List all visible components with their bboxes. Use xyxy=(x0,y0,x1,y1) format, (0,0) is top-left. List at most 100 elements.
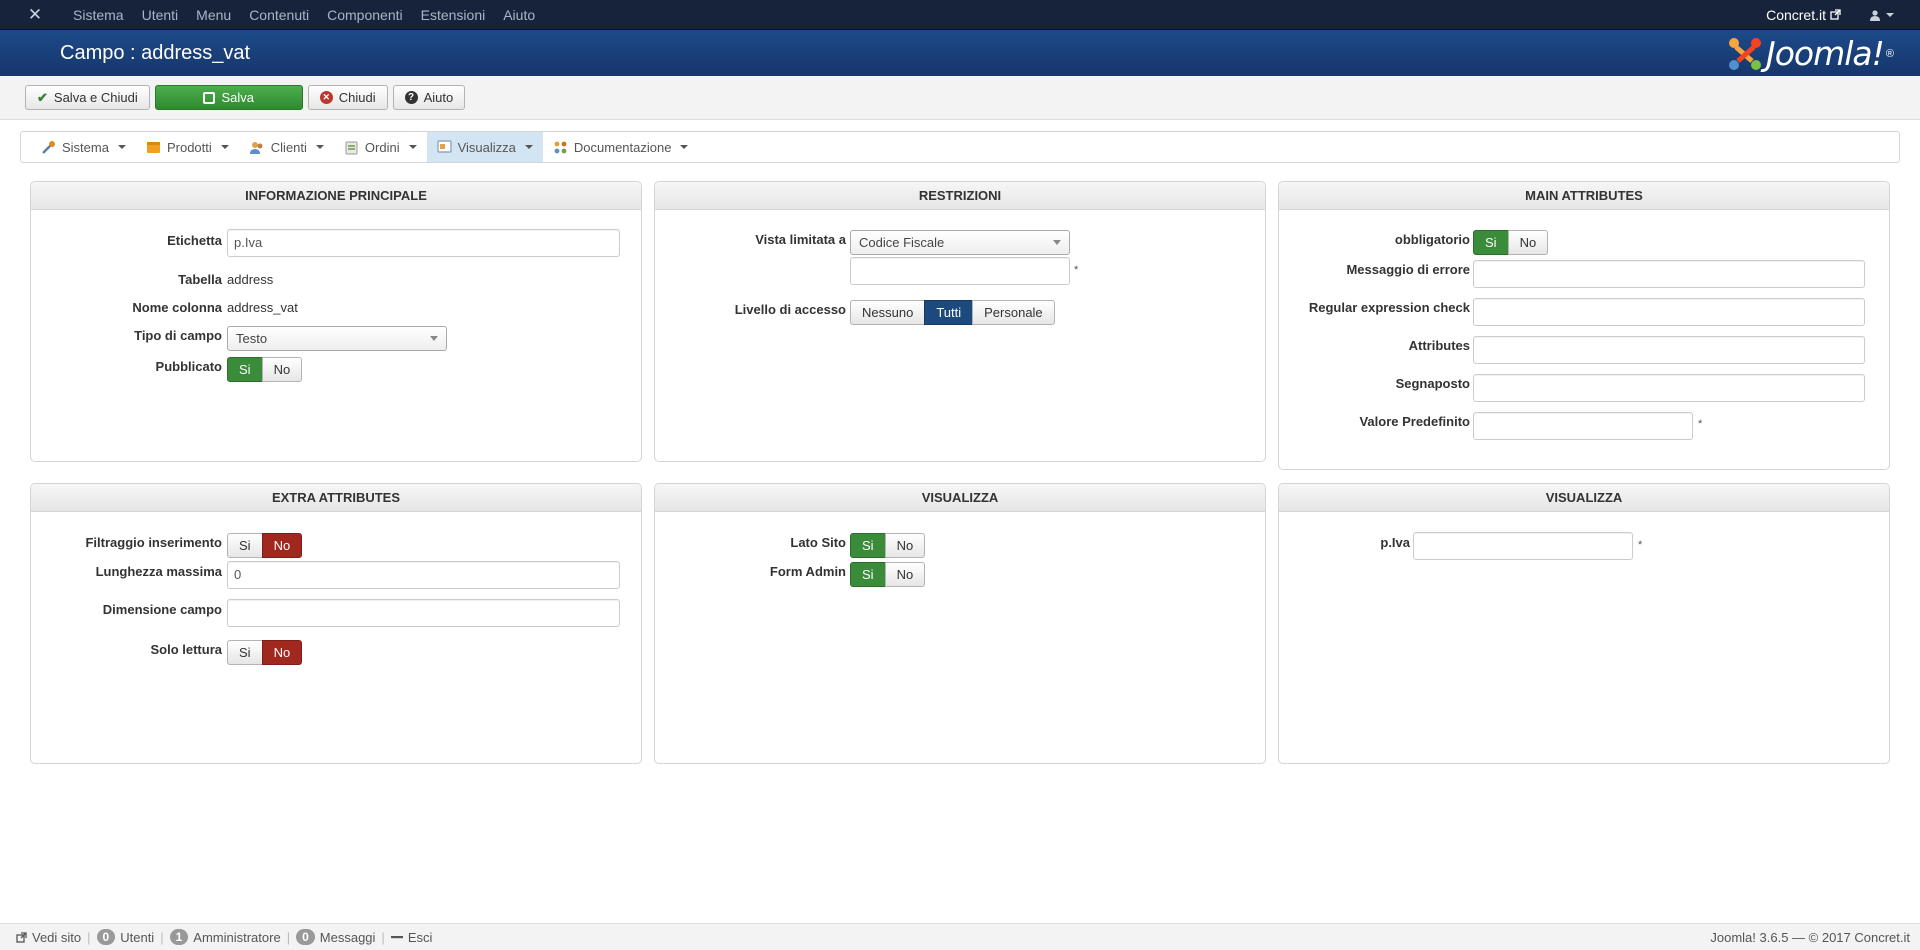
lato-sito-toggle: Si No xyxy=(850,533,926,558)
messaggio-errore-input[interactable] xyxy=(1473,260,1865,288)
topmenu-contenuti[interactable]: Contenuti xyxy=(240,7,318,23)
vista-limitata-value: Codice Fiscale xyxy=(859,235,945,250)
component-menu: Sistema Prodotti Clienti Ordini Visualiz… xyxy=(20,131,1900,163)
solo-lettura-no[interactable]: No xyxy=(261,640,303,665)
save-close-button[interactable]: ✔ Salva e Chiudi xyxy=(25,85,150,110)
obbligatorio-toggle: Si No xyxy=(1473,230,1549,255)
logout-label: Esci xyxy=(407,929,433,945)
label-filtraggio: Filtraggio inserimento xyxy=(85,535,222,550)
chevron-down-icon xyxy=(117,145,126,149)
view-site-link[interactable]: Vedi sito xyxy=(10,930,87,945)
panel-title: VISUALIZZA xyxy=(655,484,1265,512)
panel-title: VISUALIZZA xyxy=(1279,484,1889,512)
user-menu[interactable] xyxy=(1869,9,1894,21)
compmenu-prodotti[interactable]: Prodotti xyxy=(136,132,239,162)
attributes-input[interactable] xyxy=(1473,336,1865,364)
label-tipo-campo: Tipo di campo xyxy=(134,328,222,343)
panel-title: MAIN ATTRIBUTES xyxy=(1279,182,1889,210)
panel-restrictions: RESTRIZIONI Vista limitata a Codice Fisc… xyxy=(654,181,1266,462)
compmenu-sistema[interactable]: Sistema xyxy=(31,132,136,162)
messages-link[interactable]: 0 Messaggi xyxy=(290,929,381,945)
products-icon xyxy=(146,141,160,153)
label-valore-predefinito: Valore Predefinito xyxy=(1359,414,1470,429)
status-bar: Vedi sito | 0 Utenti | 1 Amministratore … xyxy=(0,923,1920,950)
required-star: * xyxy=(1074,264,1079,276)
lunghezza-massima-input[interactable]: 0 xyxy=(227,561,620,589)
logout-link[interactable]: Esci xyxy=(385,930,439,945)
panel-title: INFORMAZIONE PRINCIPALE xyxy=(31,182,641,210)
piva-input[interactable] xyxy=(1413,532,1633,560)
topmenu-aiuto[interactable]: Aiuto xyxy=(494,7,544,23)
users-online-link[interactable]: 0 Utenti xyxy=(91,929,161,945)
label-solo-lettura: Solo lettura xyxy=(150,642,222,657)
vista-limitata-extra-input[interactable] xyxy=(850,257,1070,285)
tipo-campo-select[interactable]: Testo xyxy=(227,326,447,351)
pubblicato-no[interactable]: No xyxy=(261,357,303,382)
compmenu-visualizza[interactable]: Visualizza xyxy=(426,132,543,162)
filtraggio-no[interactable]: No xyxy=(261,533,303,558)
close-icon: ✕ xyxy=(319,91,333,104)
panel-extra-attributes: EXTRA ATTRIBUTES Filtraggio inserimento … xyxy=(30,483,642,764)
lato-sito-no[interactable]: No xyxy=(884,533,926,558)
site-label: Concret.it xyxy=(1766,6,1826,23)
livello-personale[interactable]: Personale xyxy=(972,300,1055,325)
page-title: Campo : address_vat xyxy=(60,41,251,64)
topmenu-componenti[interactable]: Componenti xyxy=(318,7,412,23)
pubblicato-toggle: Si No xyxy=(227,357,303,382)
compmenu-documentazione[interactable]: Documentazione xyxy=(543,132,699,162)
form-admin-yes[interactable]: Si xyxy=(850,562,886,587)
topmenu-sistema[interactable]: Sistema xyxy=(64,7,133,23)
label-lunghezza-massima: Lunghezza massima xyxy=(95,564,222,579)
label-tabella: Tabella xyxy=(178,272,222,287)
livello-tutti[interactable]: Tutti xyxy=(924,300,974,325)
required-star: * xyxy=(1638,539,1643,551)
compmenu-label: Sistema xyxy=(62,139,109,155)
segnaposto-input[interactable] xyxy=(1473,374,1865,402)
topmenu-estensioni[interactable]: Estensioni xyxy=(412,7,495,23)
dropdown-arrow-icon xyxy=(1053,240,1061,245)
admins-online-link[interactable]: 1 Amministratore xyxy=(164,929,287,945)
view-site-label: Vedi sito xyxy=(32,929,82,945)
form-admin-no[interactable]: No xyxy=(884,562,926,587)
regex-input[interactable] xyxy=(1473,298,1865,326)
users-count-badge: 0 xyxy=(96,929,116,945)
compmenu-ordini[interactable]: Ordini xyxy=(334,132,427,162)
label-livello-accesso: Livello di accesso xyxy=(734,302,846,317)
solo-lettura-yes[interactable]: Si xyxy=(227,640,263,665)
chevron-down-icon xyxy=(220,145,229,149)
dimensione-campo-input[interactable] xyxy=(227,599,620,627)
compmenu-label: Documentazione xyxy=(573,139,672,155)
valore-predefinito-input[interactable] xyxy=(1473,412,1693,440)
topmenu-utenti[interactable]: Utenti xyxy=(133,7,188,23)
save-close-label: Salva e Chiudi xyxy=(53,90,138,105)
chevron-down-icon xyxy=(408,145,417,149)
tools-icon xyxy=(42,140,55,154)
joomla-logo-icon[interactable]: ✕ xyxy=(20,5,50,25)
obbligatorio-yes[interactable]: Si xyxy=(1473,230,1509,255)
compmenu-clienti[interactable]: Clienti xyxy=(239,132,334,162)
site-link[interactable]: Concret.it xyxy=(1766,7,1841,23)
label-piva: p.Iva xyxy=(1380,535,1410,550)
livello-nessuno[interactable]: Nessuno xyxy=(850,300,926,325)
close-button[interactable]: ✕ Chiudi xyxy=(307,85,388,110)
label-messaggio-errore: Messaggio di errore xyxy=(1346,262,1470,277)
lato-sito-yes[interactable]: Si xyxy=(850,533,886,558)
filtraggio-yes[interactable]: Si xyxy=(227,533,263,558)
panel-main-attributes: MAIN ATTRIBUTES obbligatorio Si No Messa… xyxy=(1278,181,1890,470)
label-etichetta: Etichetta xyxy=(167,233,222,248)
chevron-down-icon xyxy=(315,145,324,149)
obbligatorio-no[interactable]: No xyxy=(1507,230,1549,255)
livello-accesso-group: Nessuno Tutti Personale xyxy=(850,300,1055,325)
label-pubblicato: Pubblicato xyxy=(155,359,222,374)
help-button[interactable]: ? Aiuto xyxy=(392,85,466,110)
external-link-icon xyxy=(1830,9,1841,20)
question-icon: ? xyxy=(404,91,418,104)
etichetta-input[interactable]: p.Iva xyxy=(227,229,620,257)
vista-limitata-select[interactable]: Codice Fiscale xyxy=(850,230,1070,255)
compmenu-label: Clienti xyxy=(270,139,307,155)
pubblicato-yes[interactable]: Si xyxy=(227,357,263,382)
topmenu-menu[interactable]: Menu xyxy=(187,7,240,23)
minus-icon xyxy=(390,936,403,939)
version-text: Joomla! 3.6.5 — © 2017 Concret.it xyxy=(1710,929,1910,945)
save-button[interactable]: Salva xyxy=(154,85,303,110)
